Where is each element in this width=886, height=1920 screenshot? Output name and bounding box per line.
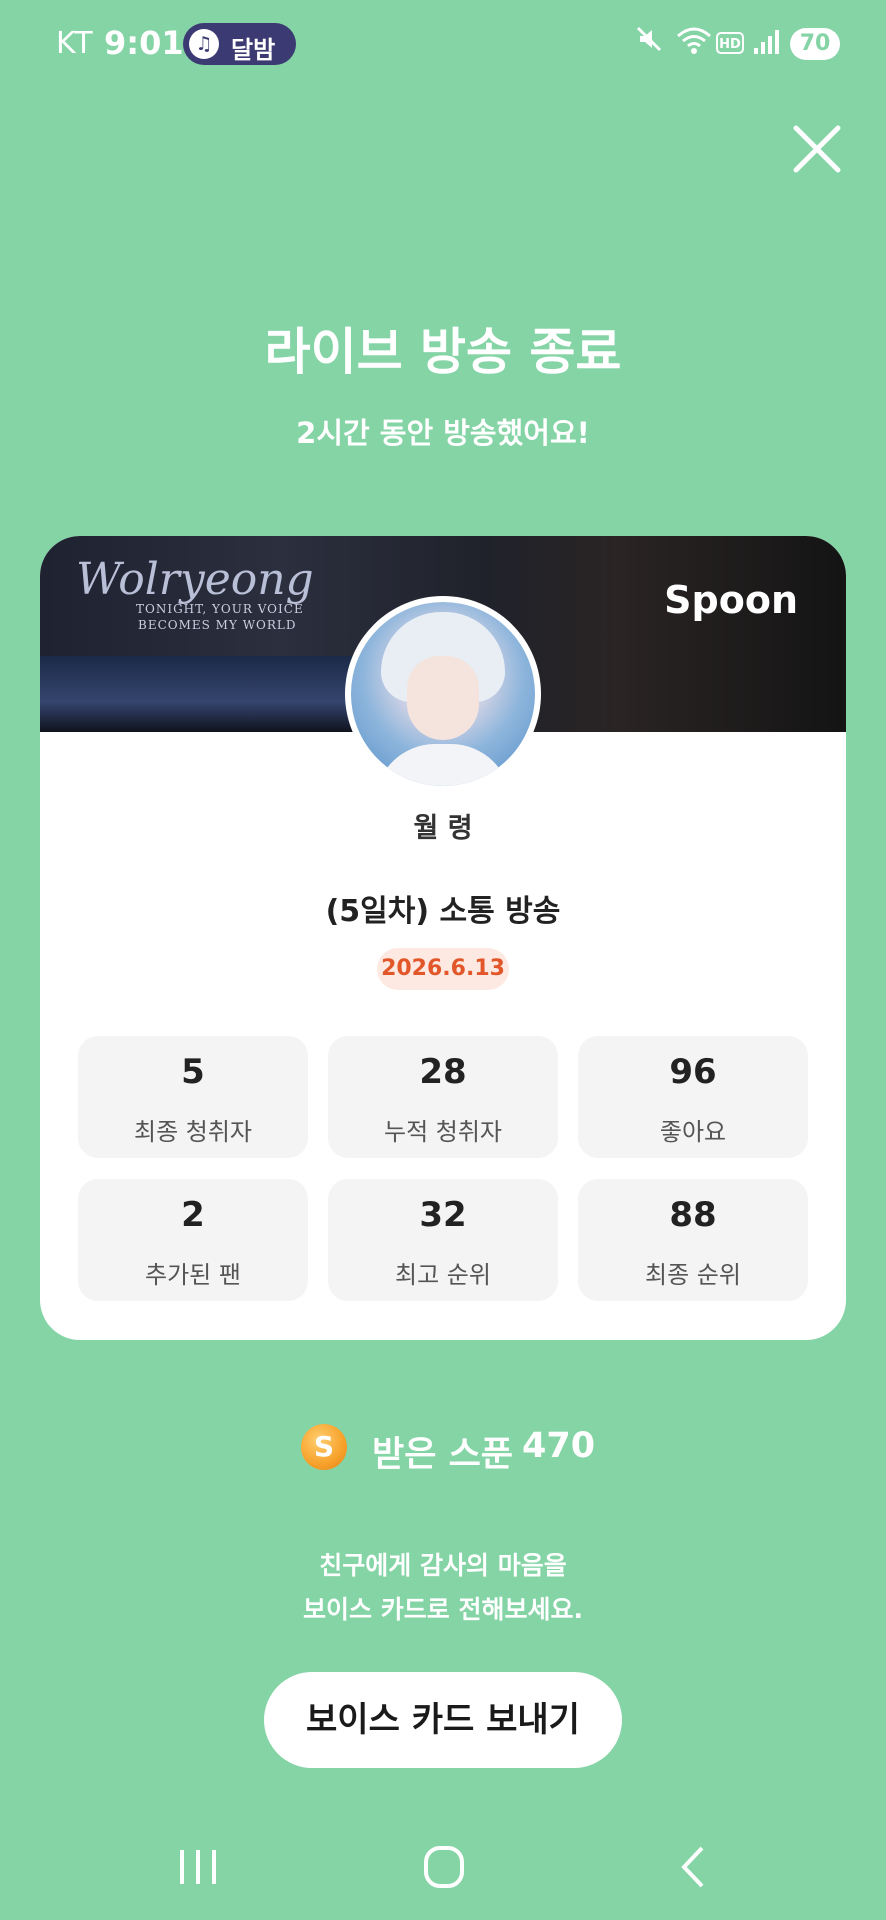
thanks-message-line-2: 보이스 카드로 전해보세요. xyxy=(303,1595,583,1624)
stream-title: (5일차) 소통 방송 xyxy=(325,894,561,929)
thanks-message-line-1: 친구에게 감사의 마음을 xyxy=(319,1551,567,1580)
stat-value: 32 xyxy=(419,1195,467,1235)
stat-value: 5 xyxy=(181,1052,205,1092)
stat-best-rank: 32 최고 순위 xyxy=(328,1179,558,1301)
clock-time: 9:01 xyxy=(104,24,184,62)
media-pill[interactable]: ♫ 달밤 xyxy=(183,23,296,65)
home-icon[interactable] xyxy=(414,1842,474,1892)
host-avatar xyxy=(345,596,541,792)
stat-new-fans: 2 추가된 팬 xyxy=(78,1179,308,1301)
status-bar: KT 9:01 ♫ 달밤 HD 70 xyxy=(0,0,886,90)
send-voice-card-button[interactable]: 보이스 카드 보내기 xyxy=(264,1672,622,1768)
page-title: 라이브 방송 종료 xyxy=(264,323,622,381)
stat-final-listeners: 5 최종 청취자 xyxy=(78,1036,308,1158)
stat-final-rank: 88 최종 순위 xyxy=(578,1179,808,1301)
stat-total-listeners: 28 누적 청취자 xyxy=(328,1036,558,1158)
banner-tagline-1: TONIGHT, YOUR VOICE xyxy=(136,602,304,616)
banner-city-image xyxy=(40,656,380,732)
media-pill-label: 달밤 xyxy=(231,36,276,64)
banner-script-text: Wolryeong xyxy=(76,554,314,605)
stat-value: 96 xyxy=(669,1052,717,1092)
spoon-logo: Spoon xyxy=(664,578,798,622)
stat-likes: 96 좋아요 xyxy=(578,1036,808,1158)
stat-label: 최종 청취자 xyxy=(133,1118,253,1146)
date-badge: 2026.6.13 xyxy=(377,948,509,990)
stat-label: 좋아요 xyxy=(659,1118,727,1146)
music-note-icon: ♫ xyxy=(189,29,219,59)
mute-icon xyxy=(636,26,662,52)
thanks-message: 친구에게 감사의 마음을 보이스 카드로 전해보세요. xyxy=(0,1544,886,1632)
stat-label: 최고 순위 xyxy=(395,1261,491,1289)
battery-level: 70 xyxy=(790,28,840,60)
system-nav-bar xyxy=(0,1820,886,1920)
close-button[interactable] xyxy=(790,122,844,176)
banner-tagline-2: BECOMES MY WORLD xyxy=(138,618,297,632)
stat-value: 28 xyxy=(419,1052,467,1092)
spoons-label: 받은 스푼 xyxy=(372,1435,513,1475)
stat-label: 추가된 팬 xyxy=(145,1261,241,1289)
spoons-count: 470 xyxy=(522,1426,596,1466)
recent-apps-icon[interactable] xyxy=(168,1842,228,1892)
received-spoons: S 받은 스푼 470 xyxy=(0,1420,886,1480)
page-subtitle: 2시간 동안 방송했어요! xyxy=(296,416,590,450)
wifi-icon xyxy=(677,27,711,54)
stat-label: 누적 청취자 xyxy=(383,1118,503,1146)
back-icon[interactable] xyxy=(664,1842,724,1892)
stat-value: 2 xyxy=(181,1195,205,1235)
close-icon xyxy=(793,125,841,173)
signal-icon xyxy=(754,30,779,54)
carrier-label: KT xyxy=(56,26,94,61)
stat-value: 88 xyxy=(669,1195,717,1235)
stat-label: 최종 순위 xyxy=(645,1261,741,1289)
host-name: 월 령 xyxy=(413,813,473,844)
broadcast-summary-card: Wolryeong TONIGHT, YOUR VOICE BECOMES MY… xyxy=(40,536,846,1340)
hd-voice-badge: HD xyxy=(716,32,744,54)
spoon-coin-icon: S xyxy=(301,1424,347,1470)
